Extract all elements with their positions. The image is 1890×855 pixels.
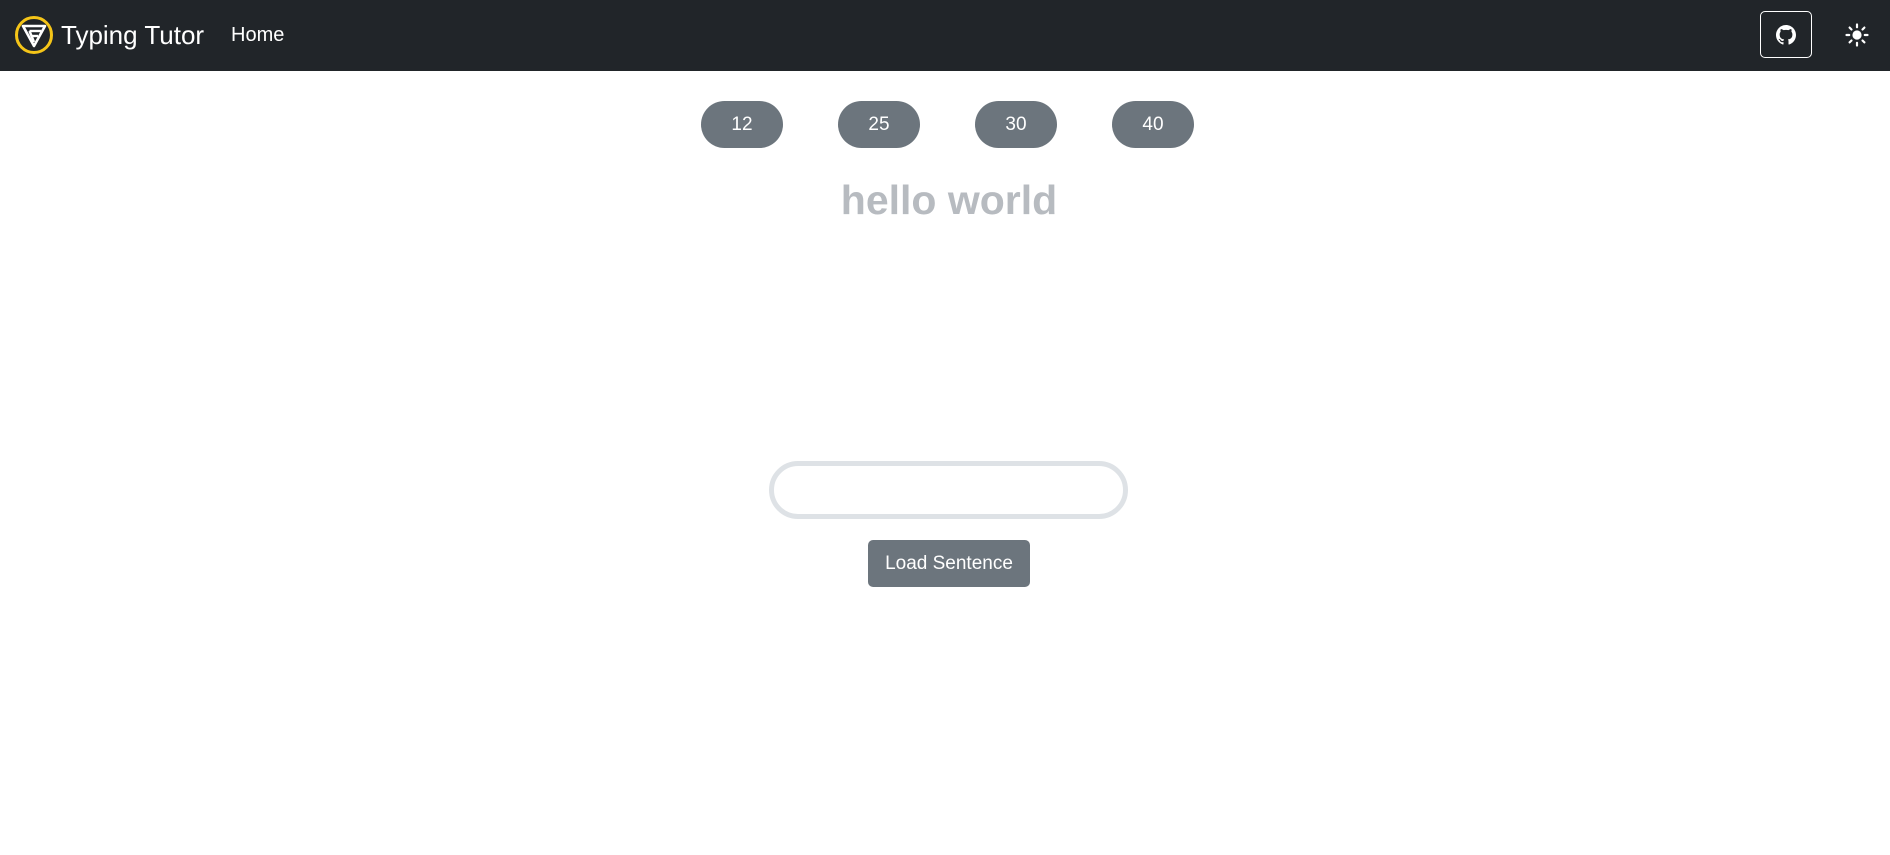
nav-link-home[interactable]: Home [231,21,284,49]
typing-input[interactable] [769,461,1128,519]
brand-link[interactable]: Typing Tutor [14,15,204,55]
word-count-25-button[interactable]: 25 [838,101,920,148]
theme-toggle-button[interactable] [1844,22,1870,48]
target-sentence: hello world [840,177,1058,223]
brand-title: Typing Tutor [61,20,205,50]
word-count-40-button[interactable]: 40 [1112,101,1194,148]
navbar: Typing Tutor Home [0,0,1890,71]
load-sentence-button[interactable]: Load Sentence [868,540,1030,587]
github-button[interactable] [1760,11,1812,58]
typing-tutor-logo-icon [15,16,53,54]
github-icon [1776,24,1796,45]
word-count-options: 12 25 30 40 [701,101,1194,148]
sun-icon [1845,23,1869,47]
word-count-30-button[interactable]: 30 [975,101,1057,148]
word-count-12-button[interactable]: 12 [701,101,783,148]
